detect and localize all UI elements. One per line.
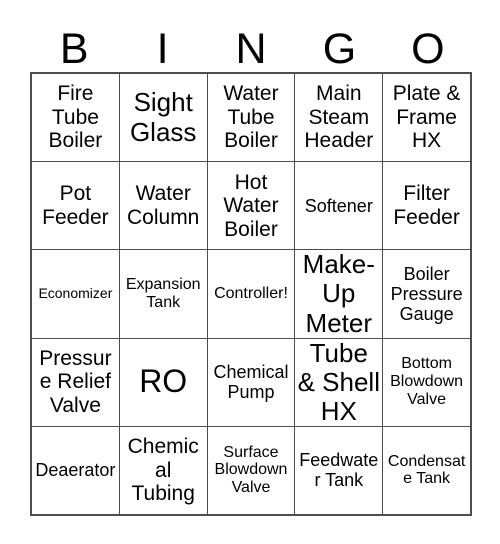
bingo-cell-label: Bottom Blowdown Valve <box>390 355 464 409</box>
bingo-cell-i1[interactable]: Sight Glass <box>118 74 207 162</box>
bingo-cell-o2[interactable]: Filter Feeder <box>382 162 470 250</box>
bingo-cell-n2[interactable]: Hot Water Boiler <box>206 162 295 250</box>
bingo-row-3: Economizer Expansion Tank Controller! Ma… <box>32 249 470 338</box>
bingo-cell-label: Tube & Shell HX <box>297 338 380 426</box>
bingo-row-2: Pot Feeder Water Column Hot Water Boiler… <box>32 161 470 250</box>
bingo-cell-label: Main Steam Header <box>304 82 374 153</box>
bingo-cell-i4[interactable]: RO <box>118 338 207 426</box>
bingo-cell-i5[interactable]: Chemical Tubing <box>118 426 207 515</box>
bingo-cell-label: Water Column <box>127 182 200 229</box>
bingo-row-5: Deaerator Chemical Tubing Surface Blowdo… <box>32 425 470 515</box>
bingo-cell-b1[interactable]: Fire Tube Boiler <box>32 74 119 162</box>
bingo-header-letter-o: O <box>411 25 445 73</box>
bingo-cell-n3[interactable]: Controller! <box>206 250 295 338</box>
bingo-cell-g3[interactable]: Make-Up Meter <box>294 250 383 338</box>
bingo-cell-label: Make-Up Meter <box>302 250 375 338</box>
bingo-cell-n4[interactable]: Chemical Pump <box>206 338 295 426</box>
bingo-header-letter-i: I <box>156 25 169 73</box>
bingo-cell-label: Softener <box>304 195 373 216</box>
bingo-cell-b2[interactable]: Pot Feeder <box>32 162 119 250</box>
bingo-cell-label: Hot Water Boiler <box>223 170 279 241</box>
bingo-cell-label: Boiler Pressure Gauge <box>390 263 463 325</box>
bingo-cell-label: Pressure Relief Valve <box>39 346 112 417</box>
bingo-cell-label: Chemical Tubing <box>127 435 199 506</box>
bingo-cell-b4[interactable]: Pressure Relief Valve <box>32 338 119 426</box>
bingo-cell-i3[interactable]: Expansion Tank <box>118 250 207 338</box>
bingo-cell-n1[interactable]: Water Tube Boiler <box>206 74 295 162</box>
bingo-cell-label: Deaerator <box>35 460 116 481</box>
bingo-cell-label: Economizer <box>38 285 113 302</box>
bingo-cell-label: Sight Glass <box>129 87 197 147</box>
bingo-cell-label: Feedwater Tank <box>299 450 379 491</box>
bingo-cell-g4[interactable]: Tube & Shell HX <box>294 338 383 426</box>
bingo-cell-g2[interactable]: Softener <box>294 162 383 250</box>
bingo-cell-o3[interactable]: Boiler Pressure Gauge <box>382 250 470 338</box>
bingo-header-letter-b: B <box>59 25 89 73</box>
bingo-cell-o1[interactable]: Plate & Frame HX <box>382 74 470 162</box>
bingo-cell-o4[interactable]: Bottom Blowdown Valve <box>382 338 470 426</box>
bingo-cell-label: RO <box>139 363 188 400</box>
bingo-cell-b5[interactable]: Deaerator <box>32 426 119 515</box>
bingo-header-row: B I N G O <box>30 14 472 72</box>
bingo-row-1: Fire Tube Boiler Sight Glass Water Tube … <box>32 74 470 162</box>
bingo-cell-o5[interactable]: Condensate Tank <box>382 426 470 515</box>
bingo-header-letter-n: N <box>235 25 267 73</box>
bingo-cell-i2[interactable]: Water Column <box>118 162 207 250</box>
bingo-cell-label: Fire Tube Boiler <box>48 82 103 153</box>
bingo-cell-label: Controller! <box>214 285 288 303</box>
bingo-cell-b3[interactable]: Economizer <box>32 250 119 338</box>
bingo-cell-label: Chemical Pump <box>213 362 289 403</box>
bingo-card: B I N G O Fire Tube Boiler Sight Glass W… <box>0 0 500 544</box>
bingo-cell-label: Condensate Tank <box>387 452 466 488</box>
bingo-grid: Fire Tube Boiler Sight Glass Water Tube … <box>30 72 472 516</box>
bingo-row-4: Pressure Relief Valve RO Chemical Pump T… <box>32 337 470 426</box>
bingo-cell-g5[interactable]: Feedwater Tank <box>294 426 383 515</box>
bingo-cell-label: Surface Blowdown Valve <box>214 443 288 497</box>
bingo-cell-label: Plate & Frame HX <box>392 82 461 153</box>
bingo-cell-label: Water Tube Boiler <box>223 82 279 153</box>
bingo-cell-g1[interactable]: Main Steam Header <box>294 74 383 162</box>
bingo-header-letter-g: G <box>322 25 357 73</box>
bingo-cell-label: Expansion Tank <box>125 276 201 311</box>
bingo-cell-n5[interactable]: Surface Blowdown Valve <box>206 426 295 515</box>
bingo-cell-label: Filter Feeder <box>393 182 460 229</box>
bingo-cell-label: Pot Feeder <box>42 182 109 229</box>
